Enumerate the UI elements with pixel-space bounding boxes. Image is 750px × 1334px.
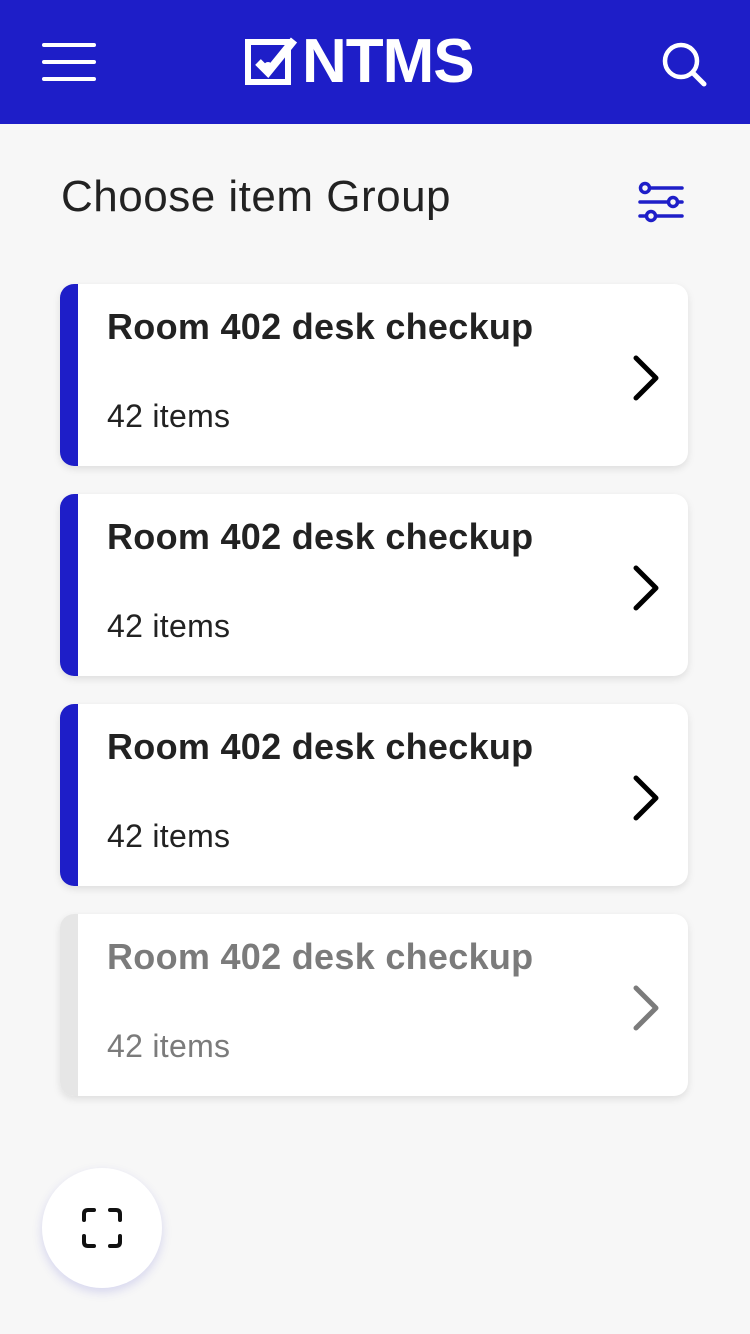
card-accent-bar <box>60 704 78 886</box>
group-title: Room 402 desk checkup <box>107 516 534 557</box>
chevron-right-icon <box>633 565 659 611</box>
card-accent-bar <box>60 284 78 466</box>
scan-button[interactable] <box>42 1168 162 1288</box>
menu-line <box>42 60 96 64</box>
menu-line <box>42 43 96 47</box>
menu-line <box>42 77 96 81</box>
group-item-count: 42 items <box>107 1028 231 1064</box>
group-item-count: 42 items <box>107 398 231 434</box>
app-screen: NTMS Choose item Group Room 402 desk che… <box>0 0 750 1334</box>
app-logo: NTMS <box>244 27 475 96</box>
group-title: Room 402 desk checkup <box>107 936 534 977</box>
item-group-card-disabled[interactable]: Room 402 desk checkup 42 items <box>60 914 688 1096</box>
chevron-right-icon <box>633 775 659 821</box>
item-group-card[interactable]: Room 402 desk checkup 42 items <box>60 494 688 676</box>
filter-button[interactable] <box>636 178 686 226</box>
logo-text: NTMS <box>302 27 475 96</box>
search-icon <box>662 42 707 87</box>
scan-frame-icon <box>82 1208 122 1248</box>
item-group-card[interactable]: Room 402 desk checkup 42 items <box>60 284 688 466</box>
sliders-filter-icon <box>638 181 684 223</box>
group-item-count: 42 items <box>107 608 231 644</box>
group-item-count: 42 items <box>107 818 231 854</box>
item-group-card[interactable]: Room 402 desk checkup 42 items <box>60 704 688 886</box>
menu-button[interactable] <box>42 41 96 83</box>
page-title: Choose item Group <box>61 172 452 221</box>
group-title: Room 402 desk checkup <box>107 306 534 347</box>
search-button[interactable] <box>660 40 708 88</box>
chevron-right-icon <box>633 355 659 401</box>
card-accent-bar <box>60 914 78 1096</box>
checkbox-logo-icon <box>245 37 298 85</box>
card-accent-bar <box>60 494 78 676</box>
app-header: NTMS <box>0 0 750 124</box>
chevron-right-icon <box>633 985 659 1031</box>
group-title: Room 402 desk checkup <box>107 726 534 767</box>
